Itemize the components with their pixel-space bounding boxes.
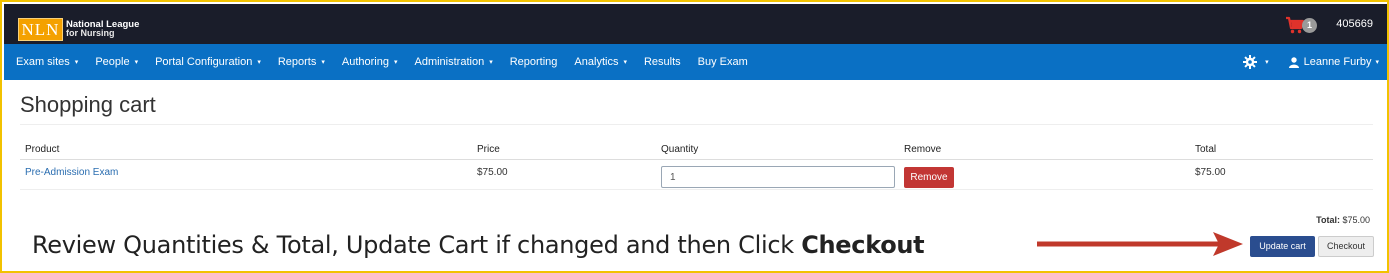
cart-count-badge[interactable]: 1 xyxy=(1302,18,1317,33)
nav-item-exam-sites[interactable]: Exam sites ▾ xyxy=(16,56,78,68)
nav-item-label: Reports xyxy=(277,56,317,68)
nav-item-label: Administration xyxy=(414,56,485,68)
nav-item-label: Reporting xyxy=(509,56,558,68)
nav-item-label: Portal Configuration xyxy=(155,56,253,68)
logo-line-2: for Nursing xyxy=(66,28,115,38)
chevron-down-icon: ▾ xyxy=(74,59,79,66)
nav-item-administration[interactable]: Administration ▾ xyxy=(415,56,493,68)
nav-menu: Exam sites ▾ People ▾ Portal Configuration ▾ R… xyxy=(16,44,765,80)
instruction-emphasis: Checkout xyxy=(801,231,925,259)
quantity-input[interactable] xyxy=(661,166,895,188)
screenshot-frame: NLN National League for Nursing 1 405669… xyxy=(0,0,1389,273)
nln-logo-text[interactable]: National League for Nursing xyxy=(66,20,139,38)
right-arrow-icon xyxy=(1037,232,1243,256)
gear-icon[interactable] xyxy=(1243,55,1258,69)
nav-item-label: Analytics xyxy=(574,56,619,68)
user-caret-icon[interactable]: ▾ xyxy=(1375,58,1379,66)
user-icon xyxy=(1288,56,1299,68)
cart-table: Product Price Quantity Remove Total Pre-… xyxy=(20,140,1373,190)
nav-item-label: People xyxy=(95,56,130,68)
remove-button[interactable]: Remove xyxy=(904,167,954,188)
nav-item-label: Buy Exam xyxy=(697,56,748,68)
item-price: $75.00 xyxy=(477,167,508,178)
grand-total-value: $75.00 xyxy=(1342,215,1370,225)
nav-item-authoring[interactable]: Authoring ▾ xyxy=(342,56,398,68)
column-header-price: Price xyxy=(477,144,500,155)
instruction-annotation: Review Quantities & Total, Update Cart i… xyxy=(32,231,925,259)
nav-item-buy-exam[interactable]: Buy Exam xyxy=(698,56,748,68)
column-header-total: Total xyxy=(1195,144,1217,155)
instruction-text: Review Quantities & Total, Update Cart i… xyxy=(32,231,794,259)
cart-table-header: Product Price Quantity Remove Total xyxy=(20,140,1373,160)
title-divider xyxy=(20,124,1373,125)
settings-caret-icon[interactable]: ▾ xyxy=(1265,58,1269,66)
grand-total-label: Total: xyxy=(1316,215,1340,225)
chevron-down-icon: ▾ xyxy=(393,59,398,66)
nav-right: ▾ Leanne Furby ▾ xyxy=(1243,44,1379,80)
nav-item-results[interactable]: Results xyxy=(644,56,681,68)
nav-item-label: Authoring xyxy=(341,56,389,68)
chevron-down-icon: ▾ xyxy=(623,59,627,66)
item-total: $75.00 xyxy=(1195,167,1226,178)
nln-logo-mark[interactable]: NLN xyxy=(18,18,63,41)
nav-item-label: Results xyxy=(643,56,681,68)
chevron-down-icon: ▾ xyxy=(489,59,493,66)
column-header-product: Product xyxy=(25,144,60,155)
table-row: Pre-Admission Exam $75.00 Remove $75.00 xyxy=(20,160,1373,190)
column-header-quantity: Quantity xyxy=(661,144,699,155)
chevron-down-icon: ▾ xyxy=(134,59,139,66)
nav-item-analytics[interactable]: Analytics ▾ xyxy=(574,56,627,68)
account-number: 405669 xyxy=(1336,18,1373,30)
nav-item-portal-configuration[interactable]: Portal Configuration ▾ xyxy=(155,56,261,68)
nav-item-label: Exam sites xyxy=(16,56,70,68)
update-cart-button[interactable]: Update cart xyxy=(1250,236,1315,257)
chevron-down-icon: ▾ xyxy=(257,59,261,66)
chevron-down-icon: ▾ xyxy=(321,59,325,66)
nav-item-people[interactable]: People ▾ xyxy=(95,56,138,68)
product-link[interactable]: Pre-Admission Exam xyxy=(25,167,118,178)
page-title: Shopping cart xyxy=(20,92,156,117)
grand-total: Total: $75.00 xyxy=(1316,215,1370,225)
main-navbar: Exam sites ▾ People ▾ Portal Configuration ▾ R… xyxy=(4,44,1387,80)
column-header-remove: Remove xyxy=(904,144,942,155)
nav-item-reporting[interactable]: Reporting xyxy=(510,56,558,68)
top-header: NLN National League for Nursing 1 405669 xyxy=(4,4,1387,44)
checkout-button[interactable]: Checkout xyxy=(1318,236,1374,257)
nav-item-reports[interactable]: Reports ▾ xyxy=(278,56,325,68)
user-menu[interactable]: Leanne Furby xyxy=(1304,56,1372,68)
